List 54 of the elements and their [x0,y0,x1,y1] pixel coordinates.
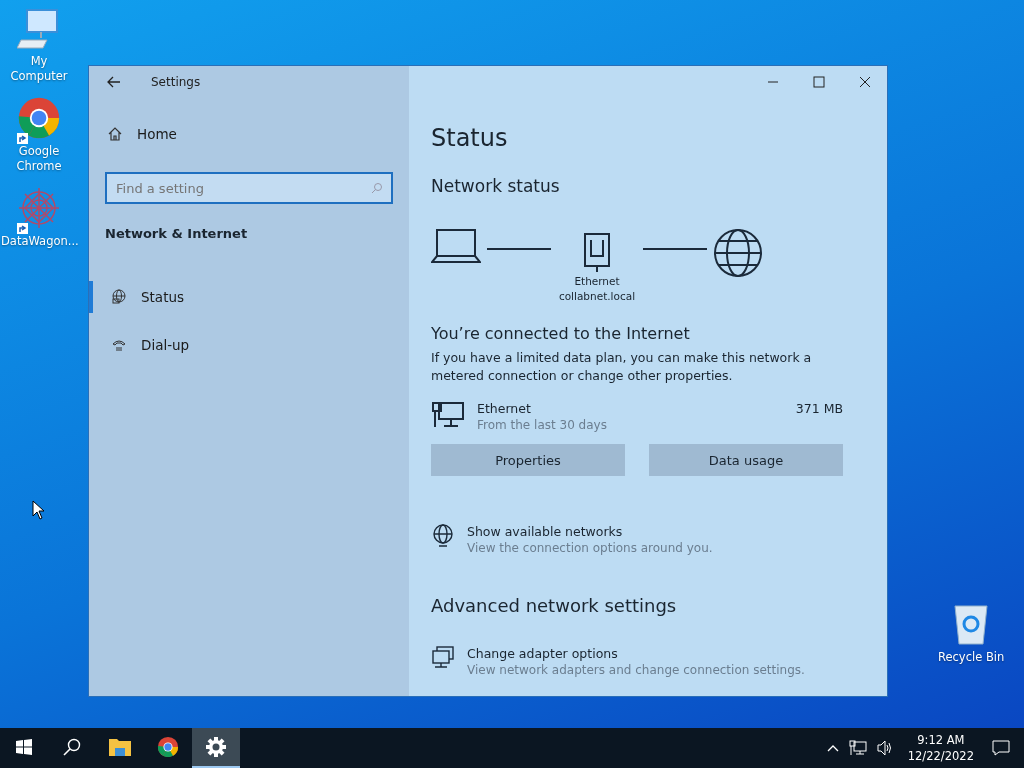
notification-icon[interactable] [992,740,1010,756]
status-description: If you have a limited data plan, you can make this network a metered connection or change other properties. [431,349,813,385]
network-label: collabnet.local [558,289,636,304]
gear-icon [206,737,226,757]
computer-icon[interactable] [17,8,61,50]
page-heading: Status [431,124,509,152]
globe-icon [431,524,455,548]
adapter-label: Ethernet [574,274,620,289]
section-heading: Advanced network settings [431,595,678,616]
search-icon[interactable] [63,738,81,756]
clock-date[interactable]: 12/22/2022 [907,748,974,764]
desktop-icon-label[interactable]: Recycle Bin [938,650,1005,665]
windows-start-icon[interactable] [16,739,32,755]
section-heading: Network & Internet [105,226,249,241]
folder-icon [109,737,131,757]
nav-item[interactable]: Status [89,281,393,313]
maximize-icon[interactable] [813,76,825,88]
speaker-icon[interactable] [876,740,893,756]
globe-icon [713,228,763,278]
back-arrow-icon[interactable] [107,76,121,88]
search-field[interactable]: Find a setting [105,172,393,204]
action-button[interactable]: Data usage [649,444,843,476]
home-link[interactable]: Home [137,126,177,142]
taskbar-button[interactable] [192,728,240,768]
chevron-up-icon[interactable] [826,744,839,752]
link-description: View the connection options around you. [467,541,714,555]
phone-icon [111,337,127,353]
status-title: You’re connected to the Internet [431,324,691,343]
connection-line [643,248,707,250]
section-heading: Network status [431,176,561,196]
clock-time[interactable]: 9:12 AM [917,732,965,748]
window-title: Settings [151,75,201,89]
monitor-icon [431,646,455,670]
home-icon [107,126,123,142]
network-adapter-icon [431,401,465,429]
nav-item[interactable]: Dial-up [89,329,393,361]
link-title[interactable]: Show available networks [467,524,843,539]
connection-name: Ethernet [477,401,532,416]
search-icon [371,182,383,194]
chrome-icon [157,736,179,758]
data-usage-amount: 371 MB [795,401,843,416]
close-icon[interactable] [859,76,871,88]
mouse-cursor-icon [32,500,46,520]
chrome-icon [17,96,61,140]
connection-line [487,248,551,250]
globe-icon [111,289,127,305]
link-title[interactable]: Change adapter options [467,646,843,661]
laptop-icon [431,228,481,264]
link-description: View network adapters and change connection settings. [467,663,806,677]
action-button[interactable]: Properties [431,444,625,476]
connection-period: From the last 30 days [477,418,608,432]
network-icon[interactable] [848,740,867,756]
snowflake-icon[interactable] [17,186,61,230]
ethernet-port-icon [583,232,611,274]
